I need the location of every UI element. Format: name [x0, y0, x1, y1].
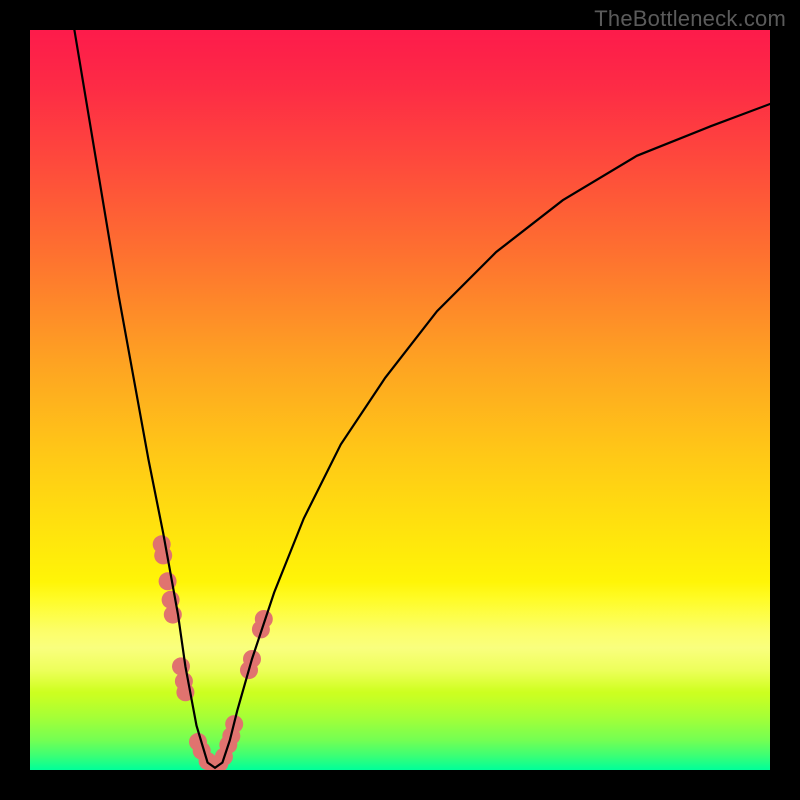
chart-svg — [30, 30, 770, 770]
data-marker — [154, 546, 172, 564]
plot-area — [30, 30, 770, 770]
chart-frame: TheBottleneck.com — [0, 0, 800, 800]
watermark-text: TheBottleneck.com — [594, 6, 786, 32]
bottleneck-curve — [74, 30, 770, 768]
